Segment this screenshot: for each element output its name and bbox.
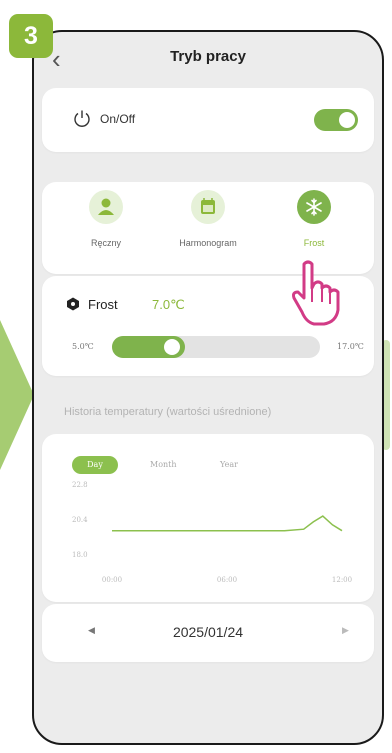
y-tick-label: 22.8 bbox=[72, 481, 88, 489]
range-max-label: 17.0℃ bbox=[337, 342, 364, 351]
mode-label: Frost bbox=[303, 238, 325, 248]
slider-thumb[interactable] bbox=[164, 339, 180, 355]
current-date: 2025/01/24 bbox=[172, 624, 244, 640]
y-tick-label: 20.4 bbox=[72, 516, 88, 524]
mode-frost[interactable]: Frost bbox=[264, 190, 364, 248]
mode-label: Ręczny bbox=[90, 238, 121, 248]
frost-value: 7.0℃ bbox=[152, 297, 185, 312]
mode-label: Harmonogram bbox=[179, 238, 237, 248]
frost-title: Frost bbox=[88, 297, 118, 312]
series-line bbox=[112, 515, 343, 532]
power-icon bbox=[74, 110, 90, 127]
x-tick-label: 06:00 bbox=[217, 576, 237, 584]
mode-manual[interactable]: Ręczny bbox=[56, 190, 156, 248]
page-title: Tryb pracy bbox=[170, 48, 246, 65]
pointer-hand-icon bbox=[292, 260, 340, 326]
history-title: Historia temperatury (wartości uśrednion… bbox=[64, 406, 272, 418]
hexagon-icon bbox=[67, 297, 79, 311]
onoff-card: On/Off bbox=[42, 88, 374, 152]
onoff-toggle[interactable] bbox=[314, 109, 358, 131]
onoff-label: On/Off bbox=[100, 112, 136, 126]
next-date-button[interactable]: ▶ bbox=[342, 625, 349, 636]
chart-card: Day Month Year 22.8 20.4 18.0 00:00 06:00 12:… bbox=[42, 434, 374, 602]
decorative-arrow-left bbox=[0, 320, 34, 470]
mode-schedule[interactable]: Harmonogram bbox=[158, 190, 258, 248]
snowflake-icon bbox=[297, 190, 331, 224]
calendar-icon bbox=[191, 190, 225, 224]
person-icon bbox=[89, 190, 123, 224]
step-badge: 3 bbox=[9, 14, 53, 58]
toggle-knob bbox=[339, 112, 355, 128]
temperature-chart: 22.8 20.4 18.0 00:00 06:00 12:00 bbox=[72, 481, 352, 584]
frost-slider[interactable] bbox=[112, 336, 320, 358]
date-nav-card: ◀ 2025/01/24 ▶ bbox=[42, 604, 374, 662]
y-tick-label: 18.0 bbox=[72, 551, 88, 559]
range-min-label: 5.0℃ bbox=[72, 342, 94, 351]
x-tick-label: 00:00 bbox=[102, 576, 122, 584]
x-tick-label: 12:00 bbox=[332, 576, 352, 584]
phone-frame: ‹ Tryb pracy On/Off Ręczny Harmonogram F… bbox=[32, 30, 384, 745]
header: ‹ Tryb pracy bbox=[34, 32, 382, 92]
